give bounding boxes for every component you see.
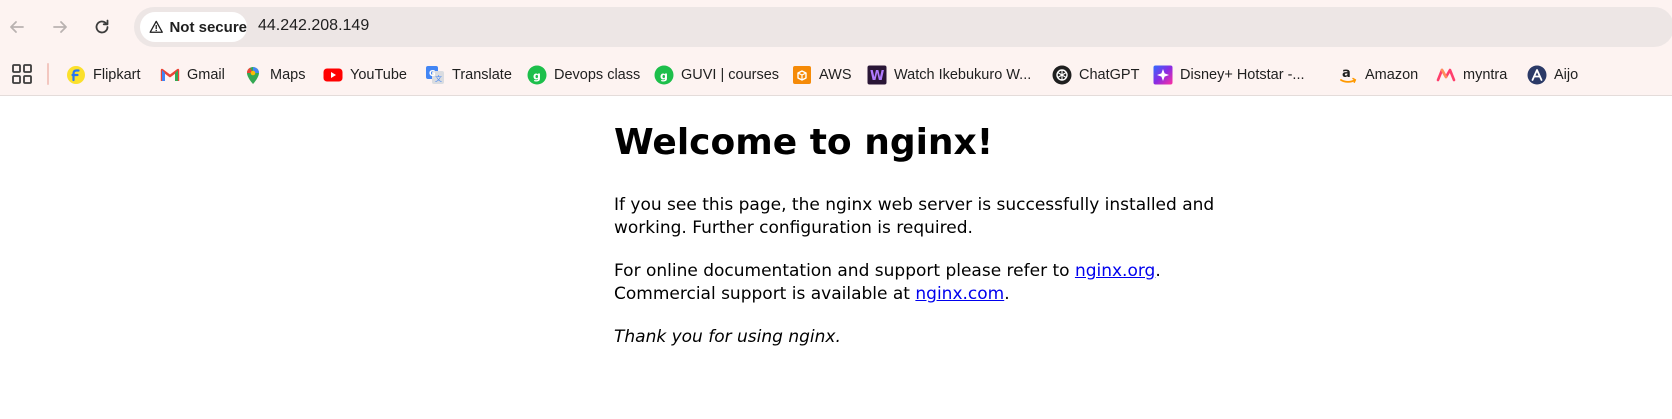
browser-chrome: Not secure 44.242.208.149 Flipkart Gmail… [0,0,1672,96]
bookmark-disney-hotstar[interactable]: Disney+ Hotstar -... [1153,62,1305,88]
bookmark-label: Watch Ikebukuro W... [894,67,1032,83]
youtube-icon [323,65,343,85]
period: . [1155,261,1161,281]
bookmark-myntra[interactable]: myntra [1436,62,1507,88]
reload-button[interactable] [86,11,118,43]
commercial-text: Commercial support is available at [614,284,916,304]
bookmark-devops-class[interactable]: g Devops class [527,62,640,88]
bookmark-translate[interactable]: G文 Translate [425,62,512,88]
aijo-icon [1527,65,1547,85]
bookmark-label: myntra [1463,67,1508,83]
bookmark-aws[interactable]: AWS [792,62,852,88]
nginx-org-link[interactable]: nginx.org [1075,261,1155,281]
bookmarks-bar: Flipkart Gmail Maps YouTube G文 Translate… [0,54,1672,96]
bookmarks-divider [47,63,49,85]
bookmark-watch-ikebukuro[interactable]: W Watch Ikebukuro W... [867,62,1031,88]
bookmark-aijo[interactable]: Aijo [1527,62,1578,88]
arrow-right-icon [53,21,67,33]
period: . [1004,284,1010,304]
arrow-left-icon [10,21,24,33]
docs-text: For online documentation and support ple… [614,261,1075,281]
support-paragraph: For online documentation and support ple… [614,260,1234,306]
svg-text:a: a [1342,66,1351,81]
browser-toolbar: Not secure 44.242.208.149 [0,0,1672,54]
chatgpt-icon [1052,65,1072,85]
bookmark-label: AWS [819,67,852,83]
bookmark-maps[interactable]: Maps [243,62,305,88]
myntra-icon [1436,65,1456,85]
security-label: Not secure [169,18,247,36]
watch-icon: W [867,65,887,85]
hotstar-icon [1153,65,1173,85]
bookmark-guvi-courses[interactable]: g GUVI | courses [654,62,779,88]
reload-icon [95,19,109,34]
bookmark-label: Aijo [1554,67,1579,83]
bookmark-flipkart[interactable]: Flipkart [66,62,141,88]
thank-you-message: Thank you for using nginx. [614,327,841,347]
amazon-icon: a [1338,65,1358,85]
url-text[interactable]: 44.242.208.149 [258,17,369,35]
back-button[interactable] [1,11,33,43]
bookmark-youtube[interactable]: YouTube [323,62,407,88]
bookmark-chatgpt[interactable]: ChatGPT [1052,62,1139,88]
bookmark-label: Disney+ Hotstar -... [1180,67,1305,83]
guvi-icon: g [654,65,674,85]
maps-icon [243,65,263,85]
bookmark-label: YouTube [350,67,407,83]
svg-text:g: g [533,70,541,83]
apps-grid-icon [12,64,32,84]
svg-text:W: W [870,69,884,84]
aws-icon [792,65,812,85]
svg-text:文: 文 [435,74,442,83]
bookmark-label: Amazon [1365,67,1419,83]
security-chip[interactable]: Not secure [140,12,247,42]
guvi-icon: g [527,65,547,85]
address-bar[interactable]: Not secure 44.242.208.149 [134,7,1672,47]
flipkart-icon [66,65,86,85]
forward-button[interactable] [44,11,76,43]
bookmark-gmail[interactable]: Gmail [160,62,225,88]
warning-icon [149,20,163,33]
apps-button[interactable] [10,62,34,86]
install-message: If you see this page, the nginx web serv… [614,195,1215,238]
svg-text:g: g [660,70,668,83]
page-title: Welcome to nginx! [614,122,994,163]
bookmark-label: Flipkart [93,67,141,83]
bookmark-amazon[interactable]: a Amazon [1338,62,1418,88]
translate-icon: G文 [425,65,445,85]
bookmark-label: Maps [270,67,306,83]
bookmark-label: Gmail [187,67,225,83]
bookmark-label: ChatGPT [1079,67,1140,83]
gmail-icon [160,65,180,85]
bookmark-label: Devops class [554,67,641,83]
nginx-com-link[interactable]: nginx.com [915,284,1004,304]
bookmark-label: GUVI | courses [681,67,780,83]
bookmark-label: Translate [452,67,512,83]
